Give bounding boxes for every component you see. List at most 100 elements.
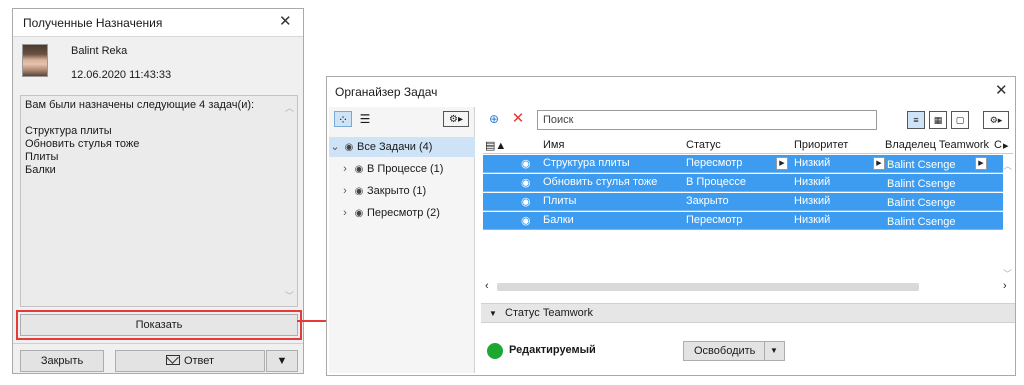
close-button[interactable]: Закрыть [20,350,104,372]
task-priority: Низкий [794,157,831,169]
tree-view-icon[interactable]: ⁘ [334,111,352,127]
message-line: Структура плиты [25,125,112,137]
table-row[interactable]: ◉ Обновить стулья тоже В Процессе Низкий… [483,174,1003,192]
received-dialog-titlebar: Полученные Назначения ✕ [13,9,303,37]
scroll-down-icon[interactable]: ﹀ [285,290,294,303]
answer-button[interactable]: Ответ [115,350,265,372]
task-tree-pane: ⁘ ☰ ⚙▸ ⌄ ◉ Все Задачи (4) › ◉ В Процессе (1)… [329,107,475,373]
release-button[interactable]: Освободить ▼ [683,341,785,361]
chevron-down-icon[interactable]: ⌄ [329,137,341,157]
list-layout-icon[interactable]: ≡ [907,111,925,129]
table-row[interactable]: ◉ Структура плиты Пересмотр ▶ Низкий ▶ ●… [483,155,1003,173]
message-line: Балки [25,164,56,176]
message-line: Вам были назначены следующие 4 задач(и): [25,99,255,111]
owner-name: Balint Csenge [887,197,956,209]
eye-icon[interactable]: ◉ [341,138,357,158]
scroll-left-icon[interactable]: ‹ [485,280,489,292]
release-label: Освободить [694,345,756,357]
close-icon[interactable]: ✕ [279,14,292,29]
tree-item-closed[interactable]: › ◉ Закрыто (1) [329,181,475,201]
scroll-down-icon[interactable]: ﹀ [1003,267,1012,280]
table-header: ▤▲ Имя Статус Приоритет Владелец Teamwor… [483,137,1013,154]
search-input[interactable]: Поиск [537,110,877,130]
column-header[interactable]: Приоритет [794,139,848,151]
tree-item-label: Пересмотр (2) [367,207,440,219]
eye-icon[interactable]: ◉ [521,195,531,208]
grid-layout-icon[interactable]: ▦ [929,111,947,129]
tree-item-all-tasks[interactable]: ⌄ ◉ Все Задачи (4) [329,137,475,157]
eye-icon[interactable]: ◉ [351,204,367,224]
chevron-right-icon[interactable]: › [339,159,351,179]
owner-name: Balint Csenge [887,216,956,228]
eye-icon[interactable]: ◉ [351,182,367,202]
teamwork-status-section[interactable]: ▼ Статус Teamwork [481,303,1015,323]
tree-item-in-progress[interactable]: › ◉ В Процессе (1) [329,159,475,179]
task-status: В Процессе [686,176,746,188]
task-status: Пересмотр [686,157,743,169]
new-task-icon[interactable]: ⊕ [485,111,503,127]
eye-icon[interactable]: ◉ [521,214,531,227]
task-status: Пересмотр [686,214,743,226]
table-row[interactable]: ◉ Балки Пересмотр Низкий ● Balint Csenge [483,212,1003,230]
column-header[interactable]: Имя [543,139,564,151]
owner-dropdown-button[interactable]: ▶ [975,157,987,170]
show-button[interactable]: Показать [20,314,298,336]
received-assignments-dialog: Полученные Назначения ✕ Balint Reka 12.0… [12,8,304,374]
column-header[interactable]: Владелец Teamwork [885,139,989,151]
gear-icon[interactable]: ⚙▸ [443,111,469,127]
answer-dropdown-button[interactable]: ▼ [266,350,298,372]
scroll-up-icon[interactable]: ︿ [1003,159,1012,172]
tree-item-label: Все Задачи (4) [357,141,433,153]
owner-name: Balint Csenge [887,159,956,171]
column-header[interactable]: С [994,139,1002,151]
gear-icon[interactable]: ⚙▸ [983,111,1009,129]
task-status: Закрыто [686,195,729,207]
message-line [25,112,293,125]
status-text: Редактируемый [509,344,596,356]
message-date: 12.06.2020 11:43:33 [71,69,172,81]
divider [13,343,303,344]
task-organizer-dialog: Органайзер Задач ✕ ⁘ ☰ ⚙▸ ⌄ ◉ Все Задачи (… [326,76,1016,376]
message-text[interactable]: Вам были назначены следующие 4 задач(и):… [20,95,298,307]
task-name: Обновить стулья тоже [543,176,658,188]
single-layout-icon[interactable]: ▢ [951,111,969,129]
organizer-title: Органайзер Задач [335,85,438,99]
organizer-toolbar: ⊕ ✕ Поиск ≡ ▦ ▢ ⚙▸ [483,109,1013,131]
eye-icon[interactable]: ◉ [521,157,531,170]
received-dialog-title: Полученные Назначения [23,16,163,30]
close-icon[interactable]: ✕ [995,83,1008,98]
message-line: Обновить стулья тоже [25,138,140,150]
horizontal-scrollbar[interactable]: ‹ › [483,280,1013,294]
scroll-up-icon[interactable]: ︿ [285,102,294,115]
chevron-down-icon: ▼ [276,355,288,367]
list-view-icon[interactable]: ☰ [356,111,374,127]
scrollbar-thumb[interactable] [497,283,919,291]
eye-icon[interactable]: ◉ [521,176,531,189]
status-dropdown-button[interactable]: ▶ [776,157,788,170]
task-name: Балки [543,214,574,226]
envelope-icon [165,355,180,365]
chevron-right-icon[interactable]: › [339,203,351,223]
divider [764,342,765,360]
column-header[interactable]: Статус [686,139,721,151]
task-priority: Низкий [794,176,831,188]
scroll-right-icon[interactable]: › [1003,280,1007,292]
user-name: Balint Reka [71,45,128,57]
tree-item-review[interactable]: › ◉ Пересмотр (2) [329,203,475,223]
tree-item-label: Закрыто (1) [367,185,427,197]
task-name: Структура плиты [543,157,630,169]
delete-icon[interactable]: ✕ [509,111,527,127]
chevron-down-icon[interactable]: ▼ [770,342,778,360]
task-priority: Низкий [794,214,831,226]
sort-icon[interactable]: ▤▲ [485,139,506,152]
table-row[interactable]: ◉ Плиты Закрыто Низкий ● Balint Csenge [483,193,1003,211]
chevron-right-icon[interactable]: › [339,181,351,201]
task-name: Плиты [543,195,577,207]
scroll-right-icon[interactable]: ▸ [1003,139,1009,152]
eye-icon[interactable]: ◉ [351,160,367,180]
collapse-icon[interactable]: ▼ [489,304,497,323]
section-title: Статус Teamwork [505,307,593,319]
status-indicator-icon [487,343,503,359]
priority-dropdown-button[interactable]: ▶ [873,157,885,170]
task-priority: Низкий [794,195,831,207]
